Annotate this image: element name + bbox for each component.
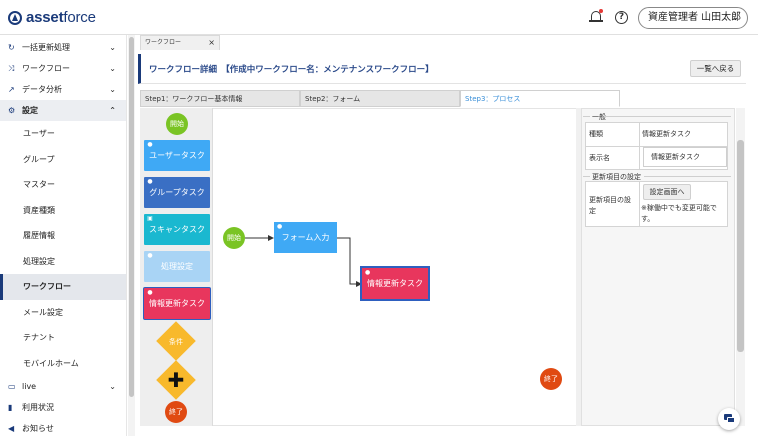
chevron-down-icon: ⌄ <box>109 85 116 94</box>
sidebar-item-label: 設定 <box>22 106 38 115</box>
process-icon: ● <box>147 252 153 259</box>
sidebar-item-bulk-update[interactable]: ↻ 一括更新処理 ⌄ <box>0 37 126 58</box>
sidebar-subitem-users[interactable]: ユーザー <box>0 121 126 147</box>
palette-item-label: グループタスク <box>149 188 205 197</box>
sidebar-item-data-analysis[interactable]: ↗ データ分析 ⌄ <box>0 79 126 100</box>
palette-item-label: 情報更新タスク <box>149 299 205 308</box>
chevron-down-icon: ⌄ <box>109 382 116 391</box>
group-icon: ● <box>147 178 153 185</box>
workflow-icon: ⤨ <box>8 64 15 73</box>
divider <box>583 176 590 177</box>
gear-icon: ⚙ <box>8 106 16 115</box>
step-tab-3[interactable]: Step3：プロセス <box>460 90 620 107</box>
divider <box>583 116 590 117</box>
page-title-bar: ワークフロー詳細 【作成中ワークフロー名：メンテナンスワークフロー】 <box>138 54 746 84</box>
scan-icon: ▣ <box>147 215 153 222</box>
sidebar-scrollbar[interactable] <box>128 35 135 436</box>
divider <box>644 176 731 177</box>
sidebar-subitem-process-settings[interactable]: 処理設定 <box>0 249 126 275</box>
display-name-input[interactable]: 情報更新タスク <box>643 147 727 167</box>
palette-start-event[interactable]: 開始 <box>166 113 188 135</box>
sidebar-item-label: live <box>22 382 37 391</box>
megaphone-icon: ◀ <box>8 424 15 433</box>
chevron-down-icon: ⌄ <box>109 43 116 52</box>
user-label: 資産管理者 山田太郎 <box>648 12 742 23</box>
canvas-end-event[interactable]: 終了 <box>540 368 562 390</box>
update-icon: ● <box>365 269 371 276</box>
sidebar: ↻ 一括更新処理 ⌄ ⤨ ワークフロー ⌄ ↗ データ分析 ⌄ ⚙ 設定 ⌃ ユ… <box>0 35 127 436</box>
chevron-up-icon: ⌃ <box>109 106 116 115</box>
notification-dot <box>599 9 603 13</box>
palette-update-task[interactable]: ● 情報更新タスク <box>144 288 210 319</box>
section-general: 一般 <box>592 113 606 121</box>
page-title: ワークフロー詳細 【作成中ワークフロー名：メンテナンスワークフロー】 <box>149 65 434 75</box>
sidebar-subitem-mail-settings[interactable]: メール設定 <box>0 300 126 326</box>
prop-value-type: 情報更新タスク <box>642 130 691 138</box>
process-canvas[interactable] <box>213 108 577 426</box>
user-icon: ● <box>147 141 153 148</box>
sidebar-item-label: データ分析 <box>22 85 62 94</box>
palette-item-label: 処理設定 <box>161 262 193 271</box>
editable-note: ※稼働中でも変更可能です。 <box>641 204 717 223</box>
logo-text: assetforce <box>26 9 96 26</box>
back-to-list-button[interactable]: 一覧へ戻る <box>690 60 741 77</box>
sidebar-subitem-groups[interactable]: グループ <box>0 147 126 173</box>
palette-end-event[interactable]: 終了 <box>165 401 187 423</box>
refresh-icon: ↻ <box>8 43 15 52</box>
canvas-start-event[interactable]: 開始 <box>223 227 245 249</box>
bell-icon[interactable] <box>589 9 603 25</box>
sidebar-item-label: お知らせ <box>22 424 54 433</box>
help-icon[interactable]: ? <box>615 11 628 24</box>
app-logo[interactable]: assetforce <box>8 9 96 26</box>
open-settings-button[interactable]: 設定画面へ <box>643 184 691 200</box>
tab-workflow[interactable]: ワークフロー × <box>140 35 220 50</box>
plus-icon: ✚ <box>167 368 185 392</box>
app-header: assetforce ? 資産管理者 山田太郎 ⌄ <box>0 0 758 35</box>
canvas-node-update-task[interactable]: ● 情報更新タスク <box>362 268 428 299</box>
sidebar-item-label: 一括更新処理 <box>22 43 70 52</box>
palette-group-task[interactable]: ● グループタスク <box>144 177 210 208</box>
prop-label-update-items: 更新項目の設定 <box>589 196 631 215</box>
divider <box>604 116 731 117</box>
sidebar-item-label: ワークフロー <box>22 64 70 73</box>
palette-item-label: スキャンタスク <box>149 225 205 234</box>
node-label: 情報更新タスク <box>367 279 423 288</box>
chevron-down-icon: ⌄ <box>109 64 116 73</box>
sidebar-subitem-master[interactable]: マスター <box>0 172 126 198</box>
sidebar-subitem-workflow[interactable]: ワークフロー <box>0 274 126 300</box>
sidebar-subitem-mobile-home[interactable]: モバイルホーム <box>0 351 126 377</box>
chart-icon: ↗ <box>8 85 15 94</box>
palette-user-task[interactable]: ● ユーザータスク <box>144 140 210 171</box>
main-scrollbar[interactable] <box>736 108 745 426</box>
user-menu-button[interactable]: 資産管理者 山田太郎 ⌄ <box>638 7 748 29</box>
update-icon: ● <box>147 289 153 296</box>
sidebar-subitem-tenant[interactable]: テナント <box>0 325 126 351</box>
chevron-down-icon: ⌄ <box>731 13 739 23</box>
prop-label-display-name: 表示名 <box>589 154 610 162</box>
bar-chart-icon: ▮ <box>8 403 13 412</box>
canvas-node-form-input[interactable]: ● フォーム入力 <box>274 222 337 253</box>
node-label: フォーム入力 <box>281 233 330 242</box>
logo-icon <box>8 10 22 25</box>
prop-label-type: 種類 <box>589 130 603 138</box>
chat-icon[interactable] <box>718 408 740 430</box>
sidebar-item-label: 利用状況 <box>22 403 54 412</box>
sidebar-subitem-history[interactable]: 履歴情報 <box>0 223 126 249</box>
sidebar-item-news[interactable]: ◀ お知らせ <box>0 418 126 436</box>
user-icon: ● <box>277 223 283 230</box>
palette-process-setting[interactable]: ● 処理設定 <box>144 251 210 282</box>
sidebar-subitem-asset-types[interactable]: 資産種類 <box>0 198 126 224</box>
live-icon: ▭ <box>8 382 16 391</box>
palette-condition-label: 条件 <box>169 338 183 346</box>
tab-label: ワークフロー <box>145 39 182 46</box>
sidebar-item-usage[interactable]: ▮ 利用状況 <box>0 397 126 418</box>
step-tab-1[interactable]: Step1：ワークフロー基本情報 <box>140 90 300 107</box>
palette-item-label: ユーザータスク <box>149 151 205 160</box>
step-tab-2[interactable]: Step2：フォーム <box>300 90 460 107</box>
palette-scan-task[interactable]: ▣ スキャンタスク <box>144 214 210 245</box>
close-icon[interactable]: × <box>208 36 215 50</box>
sidebar-item-live[interactable]: ▭ live ⌄ <box>0 376 126 397</box>
sidebar-item-settings[interactable]: ⚙ 設定 ⌃ <box>0 100 126 121</box>
sidebar-item-workflow-group[interactable]: ⤨ ワークフロー ⌄ <box>0 58 126 79</box>
